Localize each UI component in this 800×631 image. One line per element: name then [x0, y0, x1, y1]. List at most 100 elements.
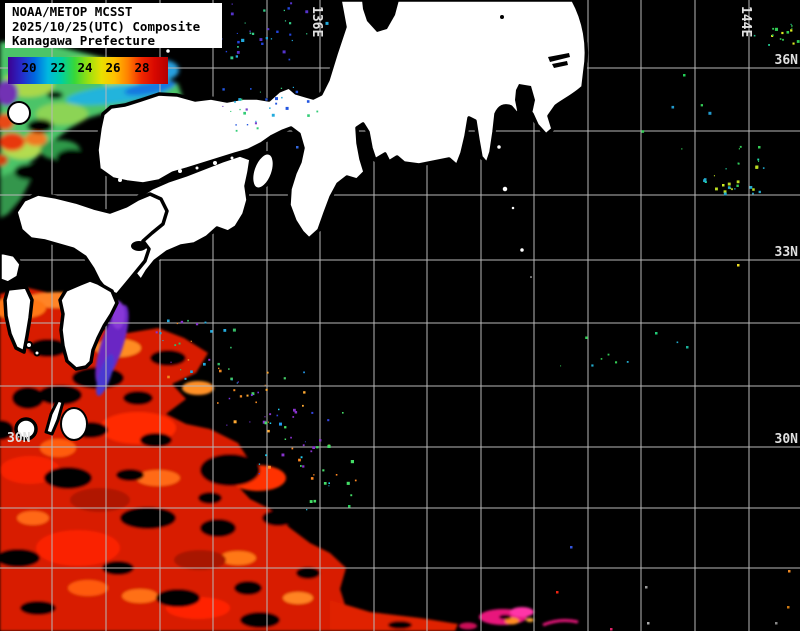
- sst-speck: [313, 474, 314, 475]
- sst-speck: [260, 92, 261, 93]
- land-koshiki-1: [26, 342, 32, 348]
- colorbar: 2022242628: [8, 57, 168, 84]
- sst-speck: [306, 33, 307, 34]
- sst-speck: [736, 185, 738, 187]
- sst-speck: [284, 377, 286, 379]
- sst-speck: [259, 464, 260, 465]
- colorbar-tick: 26: [105, 60, 120, 75]
- sst-speck: [237, 46, 239, 48]
- sst-speck: [180, 369, 181, 370]
- sst-speck: [237, 51, 240, 54]
- sst-speck: [728, 183, 731, 186]
- sst-speck: [267, 28, 269, 30]
- sst-speck: [276, 31, 278, 33]
- land-izu-island-2: [502, 186, 508, 192]
- sst-speck: [264, 416, 265, 417]
- land-oki-1: [166, 49, 171, 54]
- sst-speck: [219, 370, 222, 373]
- sst-speck: [324, 482, 327, 485]
- sst-speck: [275, 97, 278, 100]
- sst-speck: [772, 28, 774, 30]
- title-box: NOAA/METOP MCSST 2025/10/25(UTC) Composi…: [5, 3, 222, 48]
- sst-speck: [708, 112, 711, 115]
- sst-speck: [787, 31, 790, 34]
- sst-speck: [237, 33, 238, 34]
- graticule-label: 136E: [309, 6, 324, 37]
- sst-speck: [217, 402, 219, 404]
- sst-speck: [255, 122, 257, 124]
- sst-speck: [347, 482, 350, 485]
- sst-speck: [282, 454, 285, 457]
- sst-speck: [268, 422, 269, 423]
- sst-speck: [218, 368, 219, 369]
- sst-speck: [223, 329, 226, 332]
- sst-speck: [782, 39, 784, 41]
- sst-speck: [196, 323, 198, 325]
- sst-speck: [177, 323, 178, 324]
- sst-speck: [230, 347, 232, 349]
- sst-speck: [608, 354, 610, 356]
- graticule-label: 30N: [775, 432, 799, 447]
- sst-speck: [265, 454, 267, 456]
- sst-speck: [734, 188, 735, 189]
- sst-speck: [302, 405, 304, 407]
- sst-speck: [296, 146, 299, 149]
- colorbar-tick-labels: 2022242628: [8, 60, 168, 87]
- sst-speck: [174, 344, 176, 346]
- sst-speck: [351, 460, 354, 463]
- sst-speck: [728, 186, 731, 189]
- sst-speck: [790, 29, 792, 31]
- sst-speck: [791, 24, 792, 25]
- sst-speck: [235, 124, 236, 125]
- sst-speck: [292, 448, 294, 450]
- sst-speck: [627, 361, 629, 363]
- sst-speck: [791, 25, 793, 27]
- sst-speck: [615, 361, 617, 363]
- sst-speck: [231, 13, 234, 16]
- sst-speck: [234, 101, 236, 103]
- sst-speck: [305, 10, 308, 13]
- sst-speck: [210, 330, 213, 333]
- sst-speck: [328, 485, 329, 486]
- sst-speck: [591, 364, 593, 366]
- sst-speck: [296, 91, 299, 94]
- map-canvas: 136E144E36N33N30N30N: [0, 0, 800, 631]
- sst-speck: [232, 379, 233, 380]
- sst-speck: [268, 466, 271, 469]
- sst-speck: [560, 365, 561, 366]
- sst-speck: [290, 437, 292, 439]
- sst-speck: [281, 88, 282, 89]
- sst-speck: [285, 439, 287, 441]
- sst-speck: [188, 359, 190, 361]
- sst-speck: [284, 426, 286, 428]
- sst-speck: [278, 409, 280, 411]
- sst-speck: [316, 446, 318, 448]
- sst-speck: [303, 444, 305, 446]
- sst-speck: [310, 500, 313, 503]
- sst-speck: [610, 628, 613, 631]
- sst-speck: [289, 22, 291, 24]
- land-izu-island-4: [520, 248, 525, 253]
- sst-speck: [752, 193, 754, 195]
- sst-speck: [260, 38, 263, 41]
- sst-speck: [279, 423, 282, 426]
- sst-speck: [289, 59, 291, 61]
- sst-speck: [249, 31, 250, 32]
- sst-speck: [257, 392, 259, 394]
- sst-speck: [283, 50, 286, 53]
- sst-speck: [556, 591, 559, 594]
- sst-speck: [292, 416, 294, 418]
- sst-speck: [303, 372, 305, 374]
- sst-speck: [311, 412, 313, 414]
- sst-speck: [647, 622, 650, 625]
- sst-speck: [237, 41, 240, 44]
- sst-speck: [233, 389, 235, 391]
- graticule-label: 36N: [775, 53, 799, 68]
- sst-speck: [290, 2, 292, 4]
- sst-speck: [270, 423, 272, 425]
- sst-speck: [781, 32, 783, 34]
- sst-speck: [293, 409, 296, 412]
- cloud-blob-sea-of-japan: [8, 102, 30, 124]
- sst-speck: [731, 188, 733, 190]
- sst-speck: [758, 161, 759, 162]
